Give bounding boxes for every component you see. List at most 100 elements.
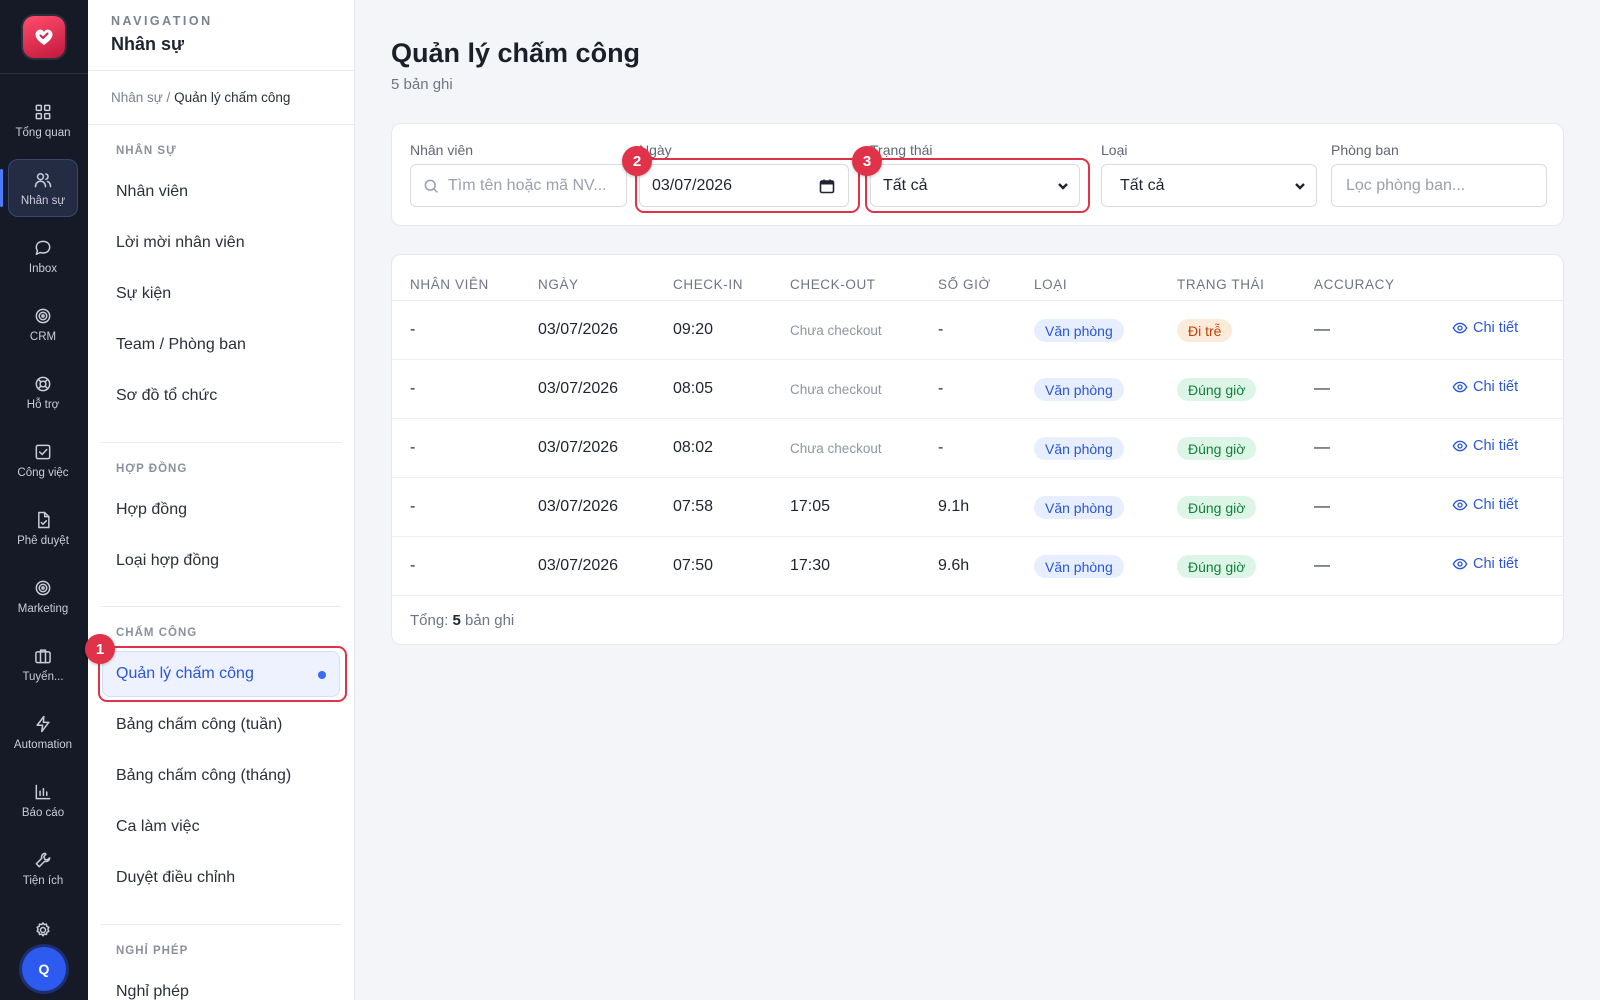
sidebar-item-monthly-timesheet[interactable]: Bảng chấm công (tháng) xyxy=(116,767,291,785)
chat-bubble-icon xyxy=(35,240,51,255)
rail-item-label: Tuyển... xyxy=(22,670,64,683)
employee-search-input[interactable]: Tìm tên hoặc mã NV... xyxy=(410,164,627,207)
employee-filter-label: Nhân viên xyxy=(410,142,474,158)
view-detail-link[interactable]: Chi tiết xyxy=(1452,320,1518,336)
breadcrumb-parent[interactable]: Nhân sự / xyxy=(111,90,170,105)
rail-item-settings[interactable] xyxy=(8,900,78,940)
rail-item-approvals[interactable]: Phê duyệt xyxy=(8,499,78,557)
sidebar-item-events[interactable]: Sự kiện xyxy=(116,285,171,303)
rail-item-hr[interactable]: Nhân sự xyxy=(0,159,78,217)
rail-item-support[interactable]: Hỗ trợ xyxy=(8,363,78,421)
type-select[interactable]: Tất cả xyxy=(1101,164,1317,207)
cell-accuracy: — xyxy=(1314,439,1330,456)
sidebar-item-org-chart[interactable]: Sơ đồ tổ chức xyxy=(116,387,217,405)
sidebar-item-leave[interactable]: Nghỉ phép xyxy=(116,983,189,1000)
section-heading-attendance: CHẤM CÔNG xyxy=(116,627,198,639)
view-detail-link[interactable]: Chi tiết xyxy=(1452,379,1518,395)
table-row: - 03/07/2026 07:50 17:30 9.6h Văn phòng … xyxy=(392,537,1563,596)
table-row: - 03/07/2026 08:02 Chưa checkout - Văn p… xyxy=(392,419,1563,478)
checkbox-icon xyxy=(35,444,51,459)
cell-date: 03/07/2026 xyxy=(538,380,619,397)
cell-employee: - xyxy=(410,498,416,515)
sidebar-title: Nhân sự xyxy=(111,34,185,54)
cell-hours: 9.6h xyxy=(938,557,970,574)
view-detail-label: Chi tiết xyxy=(1473,497,1519,513)
sidebar-item-shifts[interactable]: Ca làm việc xyxy=(116,818,200,836)
rail-item-label: CRM xyxy=(29,330,57,343)
cell-check-in: 07:50 xyxy=(673,557,714,574)
status-badge: Đúng giờ xyxy=(1177,437,1257,460)
dashboard-grid-icon xyxy=(35,104,51,119)
sidebar-item-adjustment-approval[interactable]: Duyệt điều chỉnh xyxy=(116,869,235,887)
heart-logo-icon xyxy=(35,29,53,45)
rail-item-recruitment[interactable]: Tuyển... xyxy=(8,635,78,693)
rail-item-reports[interactable]: Báo cáo xyxy=(8,771,78,829)
gear-icon xyxy=(36,922,50,937)
rail-item-dashboard[interactable]: Tổng quan xyxy=(8,91,78,149)
column-header-check-in: CHECK-IN xyxy=(673,277,744,292)
type-badge: Văn phòng xyxy=(1034,378,1124,401)
view-detail-link[interactable]: Chi tiết xyxy=(1452,438,1518,454)
view-detail-label: Chi tiết xyxy=(1473,438,1519,454)
column-header-status: TRẠNG THÁI xyxy=(1177,277,1265,292)
cell-hours: 9.1h xyxy=(938,498,970,515)
lightning-icon xyxy=(36,715,50,732)
cell-check-in: 08:02 xyxy=(673,439,714,456)
employee-search-placeholder: Tìm tên hoặc mã NV... xyxy=(448,176,607,194)
view-detail-label: Chi tiết xyxy=(1473,320,1519,336)
sidebar-item-invitations[interactable]: Lời mời nhân viên xyxy=(116,234,245,252)
column-header-type: LOẠI xyxy=(1034,277,1068,292)
rail-item-utilities[interactable]: Tiện ích xyxy=(8,839,78,897)
chevron-down-icon xyxy=(1295,183,1305,190)
column-header-accuracy: ACCURACY xyxy=(1314,277,1395,292)
page-title: Quản lý chấm công xyxy=(391,38,641,68)
column-header-check-out: CHECK-OUT xyxy=(790,277,876,292)
section-divider xyxy=(100,606,342,607)
eye-icon xyxy=(1452,322,1468,334)
view-detail-link[interactable]: Chi tiết xyxy=(1452,556,1518,572)
cell-check-in: 09:20 xyxy=(673,321,714,338)
callout-highlight-2 xyxy=(635,158,860,213)
eye-icon xyxy=(1452,381,1468,393)
section-heading-contracts: HỢP ĐỒNG xyxy=(116,463,188,475)
section-heading-hr: NHÂN SỰ xyxy=(116,145,177,157)
cell-check-out: Chưa checkout xyxy=(790,382,882,397)
view-detail-link[interactable]: Chi tiết xyxy=(1452,497,1518,513)
sidebar-item-teams[interactable]: Team / Phòng ban xyxy=(116,336,246,354)
sidebar-item-contract-types[interactable]: Loại hợp đồng xyxy=(116,552,219,570)
status-badge: Đúng giờ xyxy=(1177,555,1257,578)
users-icon xyxy=(34,172,52,187)
sidebar-item-employees[interactable]: Nhân viên xyxy=(116,183,188,201)
app-logo[interactable] xyxy=(23,15,65,58)
sidebar-item-weekly-timesheet[interactable]: Bảng chấm công (tuần) xyxy=(116,716,282,734)
type-badge: Văn phòng xyxy=(1034,437,1124,460)
rail-item-crm[interactable]: CRM xyxy=(8,295,78,353)
rail-item-label: Báo cáo xyxy=(21,806,65,819)
secondary-sidebar: NAVIGATION Nhân sự Nhân sự / Quản lý chấ… xyxy=(88,0,355,1000)
section-divider xyxy=(100,442,342,443)
rail-item-label: Marketing xyxy=(17,602,69,615)
rail-item-inbox[interactable]: Inbox xyxy=(8,227,78,285)
rail-item-marketing[interactable]: Marketing xyxy=(8,567,78,625)
cell-hours: - xyxy=(938,321,944,338)
rail-item-label: Phê duyệt xyxy=(17,534,69,547)
cell-check-out: 17:30 xyxy=(790,557,831,574)
column-header-hours: SỐ GIỜ xyxy=(938,277,991,292)
user-avatar[interactable]: Q xyxy=(22,947,66,991)
table-row: - 03/07/2026 07:58 17:05 9.1h Văn phòng … xyxy=(392,478,1563,537)
rail-item-label: Tổng quan xyxy=(15,126,71,139)
cell-check-out: Chưa checkout xyxy=(790,441,882,456)
department-filter-input[interactable]: Lọc phòng ban... xyxy=(1331,164,1547,207)
cell-hours: - xyxy=(938,380,944,397)
cell-accuracy: — xyxy=(1314,321,1330,338)
rail-item-automation[interactable]: Automation xyxy=(8,703,78,761)
type-selected-value: Tất cả xyxy=(1120,176,1165,194)
breadcrumb: Nhân sự / Quản lý chấm công xyxy=(88,71,354,125)
rail-item-tasks[interactable]: Công việc xyxy=(8,431,78,489)
callout-badge-1: 1 xyxy=(85,634,115,664)
eye-icon xyxy=(1452,440,1468,452)
lifebuoy-icon xyxy=(35,376,51,391)
type-badge: Văn phòng xyxy=(1034,319,1124,342)
sidebar-item-contracts[interactable]: Hợp đồng xyxy=(116,501,187,519)
total-count: 5 xyxy=(452,612,461,629)
